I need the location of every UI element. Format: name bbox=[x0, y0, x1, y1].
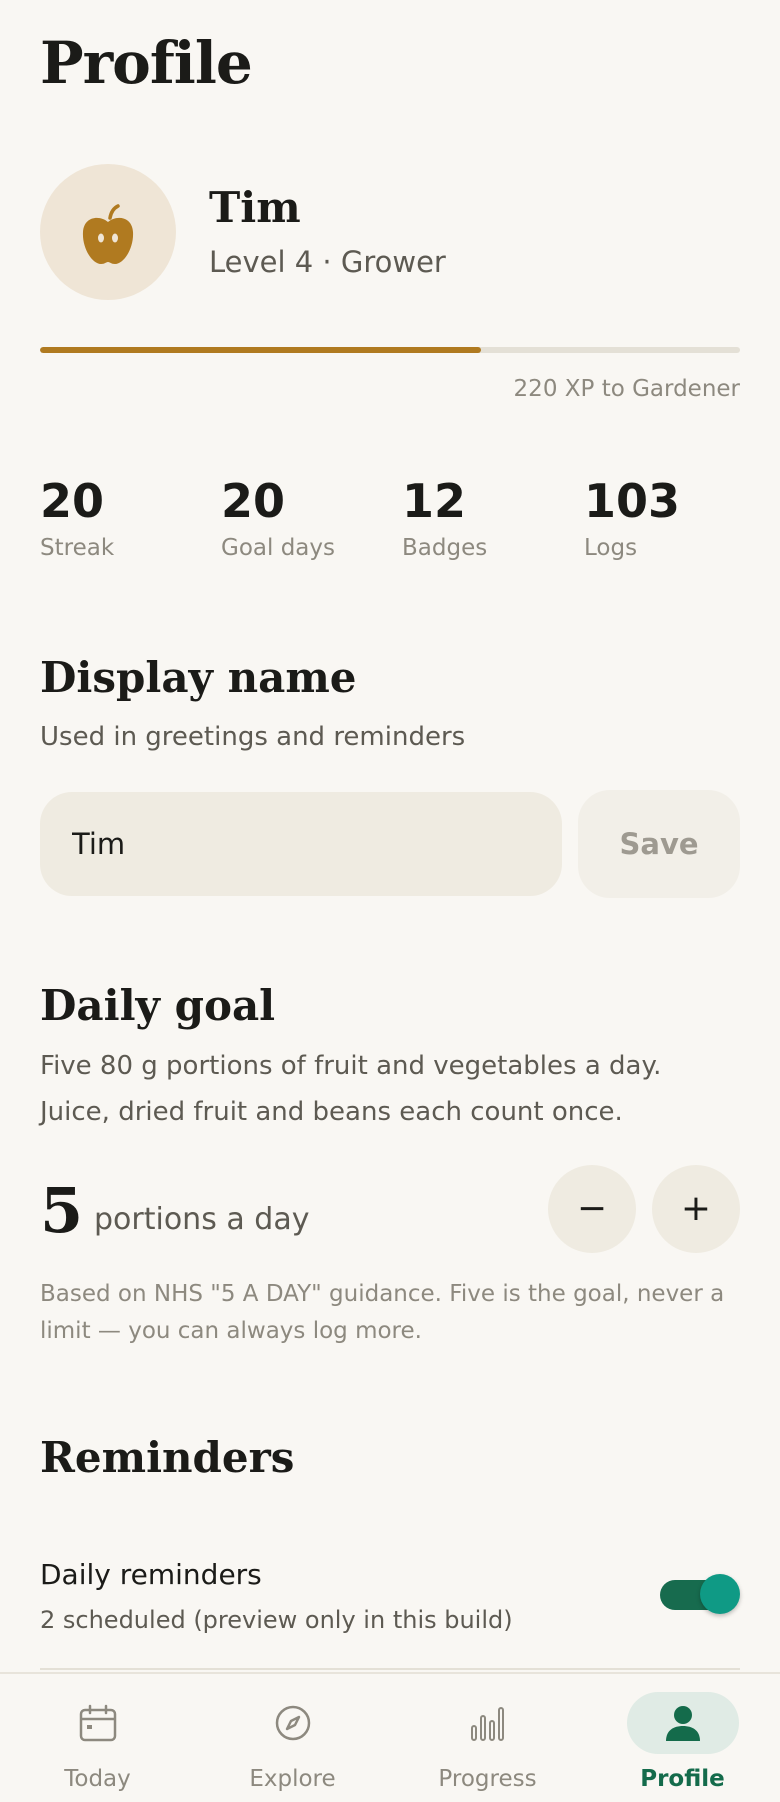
daily-goal-title: Daily goal bbox=[40, 981, 276, 1030]
tab-label: Today bbox=[64, 1766, 131, 1792]
stat-value: 12 bbox=[402, 474, 467, 528]
stat-value: 20 bbox=[221, 474, 286, 528]
toggle-knob bbox=[700, 1574, 740, 1614]
tab-label: Progress bbox=[438, 1766, 537, 1792]
display-name-title: Display name bbox=[40, 653, 357, 702]
display-name-subtitle: Used in greetings and reminders bbox=[40, 722, 466, 752]
daily-reminders-subtitle: 2 scheduled (preview only in this build) bbox=[40, 1606, 513, 1634]
xp-progress-fill bbox=[40, 347, 481, 353]
stat-label: Streak bbox=[40, 535, 115, 561]
increment-button[interactable]: + bbox=[652, 1165, 740, 1253]
reminders-title: Reminders bbox=[40, 1433, 295, 1482]
daily-reminders-label: Daily reminders bbox=[40, 1558, 262, 1591]
goal-note: Based on NHS "5 A DAY" guidance. Five is… bbox=[40, 1281, 725, 1344]
stat-value: 20 bbox=[40, 474, 105, 528]
tab-label: Profile bbox=[640, 1766, 725, 1792]
display-name-input[interactable] bbox=[40, 792, 562, 896]
compass-icon bbox=[275, 1705, 310, 1741]
stat-value: 103 bbox=[584, 474, 681, 528]
xp-caption: 220 XP to Gardener bbox=[513, 376, 740, 402]
page-title: Profile bbox=[40, 29, 253, 97]
tab-profile[interactable]: Profile bbox=[585, 1674, 780, 1802]
person-icon bbox=[665, 1706, 700, 1741]
daily-reminders-toggle[interactable] bbox=[660, 1574, 740, 1616]
tab-explore[interactable]: Explore bbox=[195, 1674, 390, 1802]
daily-goal-description-line1: Five 80 g portions of fruit and vegetabl… bbox=[40, 1051, 662, 1081]
stat-label: Logs bbox=[584, 535, 638, 561]
goal-unit: portions a day bbox=[94, 1202, 310, 1237]
tab-label: Explore bbox=[249, 1766, 336, 1792]
user-level: Level 4 · Grower bbox=[209, 245, 446, 279]
tab-today[interactable]: Today bbox=[0, 1674, 195, 1802]
stat-streak: 20 Streak bbox=[40, 470, 210, 564]
stat-label: Goal days bbox=[221, 535, 335, 561]
xp-progress-bar bbox=[40, 347, 740, 353]
stat-goal-days: 20 Goal days bbox=[221, 470, 391, 564]
stat-logs: 103 Logs bbox=[584, 470, 754, 564]
decrement-button[interactable]: − bbox=[548, 1165, 636, 1253]
stat-label: Badges bbox=[402, 535, 488, 561]
bottom-tab-bar: Today Explore Progress Profile bbox=[0, 1672, 780, 1802]
bar-chart-icon bbox=[470, 1707, 504, 1741]
apple-icon bbox=[82, 204, 134, 264]
calendar-icon bbox=[79, 1704, 116, 1742]
save-button[interactable]: Save bbox=[578, 790, 740, 898]
stat-badges: 12 Badges bbox=[402, 470, 572, 564]
tab-progress[interactable]: Progress bbox=[390, 1674, 585, 1802]
avatar bbox=[40, 164, 176, 300]
divider bbox=[40, 1668, 740, 1670]
daily-goal-description-line2: Juice, dried fruit and beans each count … bbox=[40, 1097, 623, 1127]
user-name: Tim bbox=[209, 183, 301, 232]
goal-value: 5 bbox=[40, 1174, 84, 1247]
